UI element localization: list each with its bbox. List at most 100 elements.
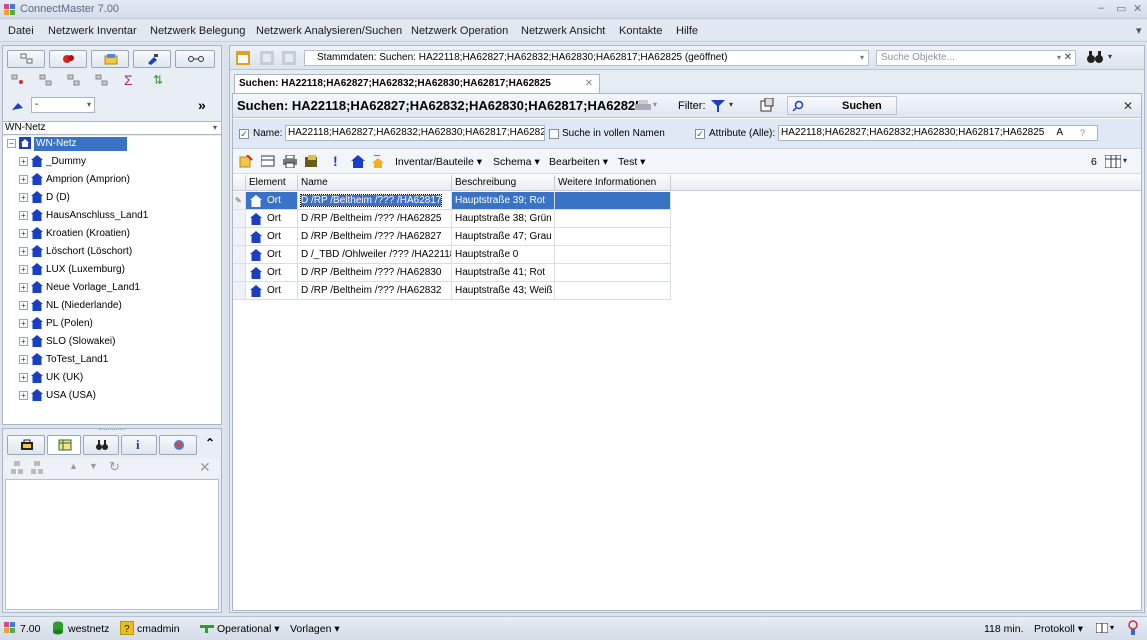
tab-briefcase[interactable] (7, 435, 45, 455)
tab-globe[interactable] (159, 435, 197, 455)
row-selector[interactable]: ✎ (233, 192, 246, 210)
pointer-icon[interactable] (11, 99, 25, 111)
settings-icon[interactable] (760, 98, 774, 112)
attr-a-button[interactable]: A (1056, 126, 1063, 140)
tree-tool-icon-4[interactable] (95, 74, 109, 86)
notification-icon[interactable] (1126, 620, 1140, 636)
close-window-button[interactable]: ✕ (1133, 2, 1142, 15)
add-child-icon[interactable] (11, 461, 23, 475)
menu-netzwerk-operation[interactable]: Netzwerk Operation (411, 25, 508, 37)
expand-node-icon[interactable]: + (19, 193, 28, 202)
menubar-chevron-icon[interactable]: ▾ (1136, 24, 1142, 37)
cell-name[interactable]: D /RP /Beltheim /??? /HA62825 (298, 210, 452, 228)
vorlagen-menu[interactable]: Vorlagen ▾ (290, 623, 340, 635)
clear-search-icon[interactable]: ✕ (1064, 51, 1072, 65)
menu-bearbeiten[interactable]: Bearbeiten ▾ (549, 156, 608, 168)
menu-datei[interactable]: Datei (8, 25, 34, 37)
menu-test[interactable]: Test ▾ (618, 156, 645, 168)
database-label[interactable]: westnetz (68, 623, 109, 635)
search-objects-input[interactable]: Suche Objekte... ▾ ✕ (876, 50, 1076, 66)
name-input[interactable]: HA22118;HA62827;HA62832;HA62830;HA62817;… (285, 125, 545, 141)
close-search-icon[interactable]: ✕ (1123, 99, 1133, 113)
tab-search-document[interactable]: Suchen: HA22118;HA62827;HA62832;HA62830;… (234, 74, 600, 93)
window-list-icon[interactable] (236, 51, 250, 65)
vertical-splitter[interactable] (224, 45, 228, 613)
table-row[interactable]: Ort D /RP /Beltheim /??? /HA62827 Hauptstr… (233, 228, 673, 246)
cell-name[interactable]: D /RP /Beltheim /??? /HA62832 (298, 282, 452, 300)
row-selector[interactable] (233, 210, 246, 228)
chevron-down-icon[interactable]: ▾ (1110, 623, 1114, 632)
attr-help-button[interactable]: ? (1080, 126, 1085, 140)
collapse-node-icon[interactable]: − (7, 139, 16, 148)
tab-plug[interactable] (133, 50, 171, 68)
chevron-down-icon[interactable]: ▾ (653, 100, 657, 109)
attributes-checkbox[interactable]: ✓ (695, 129, 705, 139)
table-row[interactable]: Ort D /RP /Beltheim /??? /HA62830 Hauptstr… (233, 264, 673, 282)
menu-netzwerk-ansicht[interactable]: Netzwerk Ansicht (521, 25, 605, 37)
row-selector[interactable] (233, 282, 246, 300)
expand-node-icon[interactable]: + (19, 157, 28, 166)
column-header-weitere-informationen[interactable]: Weitere Informationen (555, 175, 671, 191)
tab-link[interactable] (175, 50, 215, 68)
move-down-icon[interactable]: ▼ (89, 461, 98, 471)
protokoll-menu[interactable]: Protokoll ▾ (1034, 623, 1083, 635)
expand-node-icon[interactable]: + (19, 373, 28, 382)
tree-tool-icon-2[interactable] (39, 74, 53, 86)
print-icon[interactable] (635, 100, 651, 112)
collapse-panel-button[interactable]: ⌃ (205, 436, 215, 450)
table-row[interactable]: Ort D /RP /Beltheim /??? /HA62832 Hauptstr… (233, 282, 673, 300)
cell-name[interactable]: D /_TBD /Ohlweiler /??? /HA22118 (298, 246, 452, 264)
expand-node-icon[interactable]: + (19, 247, 28, 256)
row-selector[interactable] (233, 228, 246, 246)
forward-icon[interactable] (282, 51, 296, 65)
filter-icon[interactable] (711, 100, 725, 112)
tab-parts[interactable] (49, 50, 87, 68)
move-up-icon[interactable]: ▲ (69, 461, 78, 471)
tree-tool-icon-3[interactable] (67, 74, 81, 86)
expand-node-icon[interactable]: + (19, 337, 28, 346)
panel-grip[interactable] (99, 429, 125, 433)
expand-node-icon[interactable]: + (19, 175, 28, 184)
expand-node-icon[interactable]: + (19, 229, 28, 238)
chevron-down-icon[interactable]: ▾ (729, 100, 733, 109)
export-icon[interactable] (305, 155, 319, 168)
tree-tool-icon-1[interactable] (11, 74, 25, 86)
table-row[interactable]: ✎ Ort D /RP /Beltheim /??? /HA62817 Hauptst… (233, 192, 673, 210)
menu-netzwerk-belegung[interactable]: Netzwerk Belegung (150, 25, 245, 37)
new-document-icon[interactable] (239, 155, 253, 168)
menu-inventar-bauteile[interactable]: Inventar/Bauteile ▾ (395, 156, 482, 168)
maximize-button[interactable]: ▭ (1116, 2, 1126, 15)
column-chooser-icon[interactable] (1105, 155, 1121, 168)
tab-folder[interactable] (91, 50, 129, 68)
menu-schema[interactable]: Schema ▾ (493, 156, 540, 168)
alert-icon[interactable]: ! (333, 153, 338, 169)
back-icon[interactable] (260, 51, 274, 65)
row-selector[interactable] (233, 264, 246, 282)
table-row[interactable]: Ort D /RP /Beltheim /??? /HA62825 Hauptstr… (233, 210, 673, 228)
expand-node-icon[interactable]: + (19, 319, 28, 328)
document-path-combo[interactable]: Stammdaten: Suchen: HA22118;HA62827;HA62… (304, 50, 869, 66)
table-row[interactable]: Ort D /_TBD /Ohlweiler /??? /HA22118 Haupt… (233, 246, 673, 264)
operational-menu[interactable]: Operational ▾ (217, 623, 280, 635)
layout-icon[interactable] (1096, 623, 1108, 633)
close-tab-icon[interactable]: ✕ (585, 75, 593, 92)
menu-netzwerk-inventar[interactable]: Netzwerk Inventar (48, 25, 137, 37)
minimize-button[interactable]: – (1098, 2, 1104, 14)
expand-node-icon[interactable]: + (19, 283, 28, 292)
tab-info[interactable]: i (121, 435, 157, 455)
tab-table[interactable] (47, 435, 81, 455)
binoculars-icon[interactable] (1086, 50, 1104, 64)
attributes-input[interactable]: HA22118;HA62827;HA62832;HA62830;HA62817;… (778, 125, 1098, 141)
column-header-element[interactable]: Element (246, 175, 298, 191)
user-label[interactable]: cmadmin (137, 623, 180, 635)
cell-name[interactable]: D /RP /Beltheim /??? /HA62827 (298, 228, 452, 246)
row-selector[interactable] (233, 246, 246, 264)
menu-netzwerk-analysieren[interactable]: Netzwerk Analysieren/Suchen (256, 25, 402, 37)
chevron-down-icon[interactable]: ▾ (1123, 156, 1127, 165)
fullname-checkbox[interactable] (549, 129, 559, 139)
tree-source-combo[interactable]: WN-Netz ▾ (3, 121, 221, 135)
menu-kontakte[interactable]: Kontakte (619, 25, 662, 37)
expand-node-icon[interactable]: + (19, 355, 28, 364)
expand-node-icon[interactable]: + (19, 301, 28, 310)
tab-explorer[interactable] (7, 50, 45, 68)
